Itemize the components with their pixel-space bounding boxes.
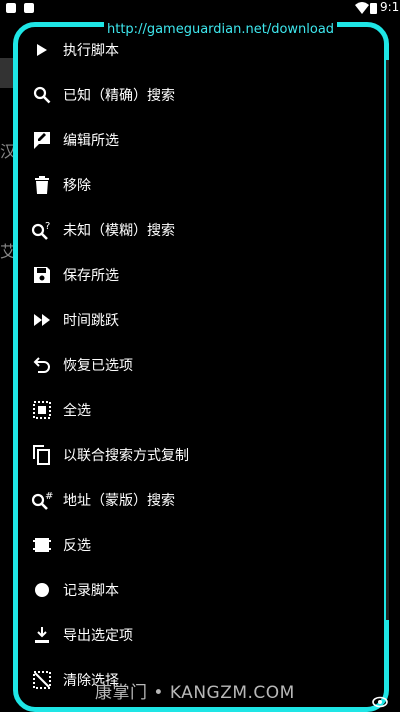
menu-item-time-jump[interactable]: 时间跳跃 [19,297,374,342]
menu-item-save-selected[interactable]: 保存所选 [19,252,374,297]
background-app-strip [0,58,14,88]
menu-item-restore-selected[interactable]: 恢复已选项 [19,342,374,387]
menu-item-export-selected[interactable]: 导出选定项 [19,612,374,657]
menu-item-label: 全选 [63,402,91,419]
search-icon [26,83,58,107]
svg-text:?: ? [45,221,50,232]
menu-item-label: 编辑所选 [63,132,119,149]
scrollbar[interactable] [386,60,389,620]
trash-icon [26,173,58,197]
eye-icon[interactable] [372,695,388,709]
fuzzy-search-icon: ? [26,218,58,242]
menu-item-label: 导出选定项 [63,627,133,644]
menu-item-invert-selection[interactable]: 反选 [19,522,374,567]
clear-selection-icon [26,668,58,692]
save-icon [26,263,58,287]
menu-item-execute-script[interactable]: 执行脚本 [19,27,374,72]
menu-item-label: 已知（精确）搜索 [63,87,175,104]
edit-icon [26,128,58,152]
menu-item-label: 移除 [63,177,91,194]
notification-icon [24,3,34,13]
menu-item-remove[interactable]: 移除 [19,162,374,207]
menu-item-label: 恢复已选项 [63,357,133,374]
menu-item-record-script[interactable]: 记录脚本 [19,567,374,612]
menu-item-label: 记录脚本 [63,582,119,599]
menu-item-label: 以联合搜索方式复制 [63,447,189,464]
menu-item-address-search[interactable]: # 地址（蒙版）搜索 [19,477,374,522]
address-search-icon: # [26,488,58,512]
select-all-icon [26,398,58,422]
svg-text:#: # [45,491,53,502]
menu-item-edit-selected[interactable]: 编辑所选 [19,117,374,162]
status-time: 9:13 [380,0,400,14]
menu-item-label: 时间跳跃 [63,312,119,329]
menu-item-select-all[interactable]: 全选 [19,387,374,432]
invert-selection-icon [26,533,58,557]
menu-item-copy-group-search[interactable]: 以联合搜索方式复制 [19,432,374,477]
record-icon [26,578,58,602]
wifi-icon [355,2,369,14]
fast-forward-icon [26,308,58,332]
status-bar: 9:13 [0,0,400,18]
menu-item-label: 保存所选 [63,267,119,284]
restore-icon [26,353,58,377]
menu-item-label: 未知（模糊）搜索 [63,222,175,239]
copy-icon [26,443,58,467]
watermark: 康掌门 • KANGZM.COM [95,683,295,703]
menu-item-exact-search[interactable]: 已知（精确）搜索 [19,72,374,117]
export-icon [26,623,58,647]
battery-icon [370,3,377,14]
menu-item-label: 反选 [63,537,91,554]
play-icon [26,38,58,62]
menu-item-label: 执行脚本 [63,42,119,59]
menu-item-fuzzy-search[interactable]: ? 未知（模糊）搜索 [19,207,374,252]
notification-icon [6,3,16,13]
menu-item-label: 地址（蒙版）搜索 [63,492,175,509]
